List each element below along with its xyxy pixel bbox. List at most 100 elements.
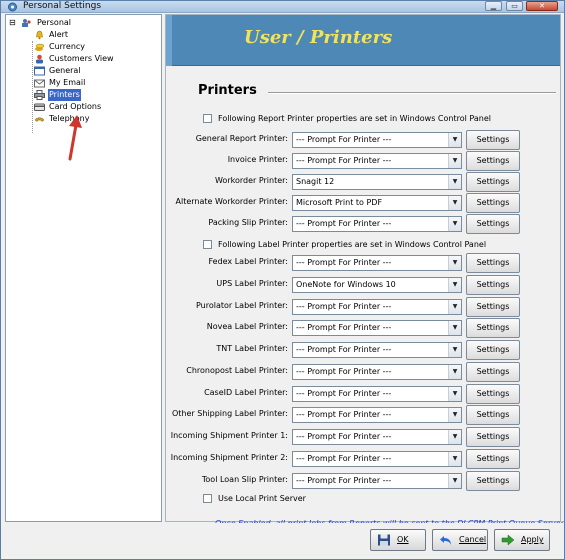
settings-button[interactable]: Settings: [466, 275, 520, 295]
printer-select[interactable]: Microsoft Print to PDF ▼: [292, 195, 462, 211]
printer-select-value: --- Prompt For Printer ---: [296, 258, 392, 267]
printer-label: Novea Label Printer:: [206, 322, 288, 331]
printer-select[interactable]: Snagit 12 ▼: [292, 174, 462, 190]
chevron-down-icon[interactable]: ▼: [448, 175, 461, 189]
printer-row: General Report Printer: --- Prompt For Pr…: [166, 130, 560, 150]
printer-label: CaseID Label Printer:: [204, 388, 288, 397]
settings-button[interactable]: Settings: [466, 340, 520, 360]
printer-row: TNT Label Printer: --- Prompt For Printer…: [166, 340, 560, 360]
printer-label: Chronopost Label Printer:: [186, 366, 288, 375]
ok-button[interactable]: OK: [370, 529, 426, 551]
settings-button[interactable]: Settings: [466, 318, 520, 338]
settings-button[interactable]: Settings: [466, 193, 520, 213]
cancel-button[interactable]: Cancel: [432, 529, 488, 551]
apply-label: Apply: [521, 535, 544, 544]
printer-select[interactable]: --- Prompt For Printer --- ▼: [292, 429, 462, 445]
tree-expander[interactable]: ⊟: [9, 17, 16, 29]
tree-item-label: General: [49, 66, 81, 75]
chevron-down-icon[interactable]: ▼: [448, 474, 461, 488]
settings-button[interactable]: Settings: [466, 172, 520, 192]
settings-button[interactable]: Settings: [466, 449, 520, 469]
chevron-down-icon[interactable]: ▼: [448, 343, 461, 357]
printer-select-value: --- Prompt For Printer ---: [296, 345, 392, 354]
printer-icon: [34, 90, 45, 100]
label-properties-checkbox[interactable]: [203, 240, 212, 249]
printer-select[interactable]: OneNote for Windows 10 ▼: [292, 277, 462, 293]
chevron-down-icon[interactable]: ▼: [448, 154, 461, 168]
settings-button[interactable]: Settings: [466, 253, 520, 273]
main-panel: User / Printers Printers Following Repor…: [165, 14, 564, 528]
printer-label: Tool Loan Slip Printer:: [201, 475, 288, 484]
chevron-down-icon[interactable]: ▼: [448, 300, 461, 314]
printer-select-value: --- Prompt For Printer ---: [296, 476, 392, 485]
maximize-button[interactable]: ▭: [506, 1, 523, 11]
chevron-down-icon[interactable]: ▼: [448, 278, 461, 292]
envelope-icon: [34, 79, 45, 88]
chevron-down-icon[interactable]: ▼: [448, 256, 461, 270]
printer-select[interactable]: --- Prompt For Printer --- ▼: [292, 407, 462, 423]
printer-select[interactable]: --- Prompt For Printer --- ▼: [292, 364, 462, 380]
printer-row: UPS Label Printer: OneNote for Windows 10…: [166, 275, 560, 295]
settings-button[interactable]: Settings: [466, 427, 520, 447]
section-divider: [268, 92, 556, 94]
chevron-down-icon[interactable]: ▼: [448, 133, 461, 147]
local-print-server-checkbox[interactable]: [203, 494, 212, 503]
printer-select[interactable]: --- Prompt For Printer --- ▼: [292, 153, 462, 169]
settings-button[interactable]: Settings: [466, 130, 520, 150]
chevron-down-icon[interactable]: ▼: [448, 217, 461, 231]
printer-label: Workorder Printer:: [214, 176, 288, 185]
page-title: User / Printers: [244, 27, 393, 48]
card-icon: [34, 103, 45, 111]
printer-select-value: Microsoft Print to PDF: [296, 198, 383, 207]
printer-row: Chronopost Label Printer: --- Prompt For …: [166, 362, 560, 382]
settings-button[interactable]: Settings: [466, 297, 520, 317]
section-title: Printers: [198, 83, 257, 98]
close-button[interactable]: ✕: [526, 1, 558, 11]
minimize-button[interactable]: ▁: [485, 1, 502, 11]
report-properties-checkbox[interactable]: [203, 114, 212, 123]
printer-select[interactable]: --- Prompt For Printer --- ▼: [292, 473, 462, 489]
chevron-down-icon[interactable]: ▼: [448, 196, 461, 210]
chevron-down-icon[interactable]: ▼: [448, 408, 461, 422]
printer-select[interactable]: --- Prompt For Printer --- ▼: [292, 386, 462, 402]
printer-select[interactable]: --- Prompt For Printer --- ▼: [292, 342, 462, 358]
cancel-label: Cancel: [459, 535, 487, 544]
printer-select[interactable]: --- Prompt For Printer --- ▼: [292, 132, 462, 148]
apply-button[interactable]: Apply: [494, 529, 550, 551]
printer-select[interactable]: --- Prompt For Printer --- ▼: [292, 255, 462, 271]
printer-select-value: --- Prompt For Printer ---: [296, 219, 392, 228]
chevron-down-icon[interactable]: ▼: [448, 321, 461, 335]
chevron-down-icon[interactable]: ▼: [448, 430, 461, 444]
banner-edge: [166, 15, 172, 66]
chevron-down-icon[interactable]: ▼: [448, 452, 461, 466]
page-banner: User / Printers: [166, 15, 560, 66]
dialog-footer: OK Cancel Apply: [1, 523, 564, 559]
printer-label: Fedex Label Printer:: [208, 257, 288, 266]
settings-button[interactable]: Settings: [466, 214, 520, 234]
printer-select-value: --- Prompt For Printer ---: [296, 367, 392, 376]
tree-item-label: My Email: [49, 78, 86, 87]
chevron-down-icon[interactable]: ▼: [448, 387, 461, 401]
undo-icon: [440, 536, 451, 545]
printer-row: Packing Slip Printer: --- Prompt For Prin…: [166, 214, 560, 234]
printer-select[interactable]: --- Prompt For Printer --- ▼: [292, 451, 462, 467]
printer-select[interactable]: --- Prompt For Printer --- ▼: [292, 299, 462, 315]
settings-button[interactable]: Settings: [466, 151, 520, 171]
settings-button[interactable]: Settings: [466, 405, 520, 425]
settings-button[interactable]: Settings: [466, 471, 520, 491]
printer-row: Other Shipping Label Printer: --- Prompt …: [166, 405, 560, 425]
printer-select-value: --- Prompt For Printer ---: [296, 432, 392, 441]
printer-select-value: --- Prompt For Printer ---: [296, 410, 392, 419]
printer-select[interactable]: --- Prompt For Printer --- ▼: [292, 320, 462, 336]
settings-button[interactable]: Settings: [466, 384, 520, 404]
tree-root-label: Personal: [37, 18, 72, 27]
printer-select-value: --- Prompt For Printer ---: [296, 156, 392, 165]
printer-label: Incoming Shipment Printer 1:: [170, 431, 288, 440]
printer-row: Novea Label Printer: --- Prompt For Print…: [166, 318, 560, 338]
printers-content: Printers Following Report Printer proper…: [166, 67, 564, 528]
chevron-down-icon[interactable]: ▼: [448, 365, 461, 379]
printer-row: Invoice Printer: --- Prompt For Printer -…: [166, 151, 560, 171]
settings-button[interactable]: Settings: [466, 362, 520, 382]
printer-select[interactable]: --- Prompt For Printer --- ▼: [292, 216, 462, 232]
bell-icon: [36, 30, 43, 40]
